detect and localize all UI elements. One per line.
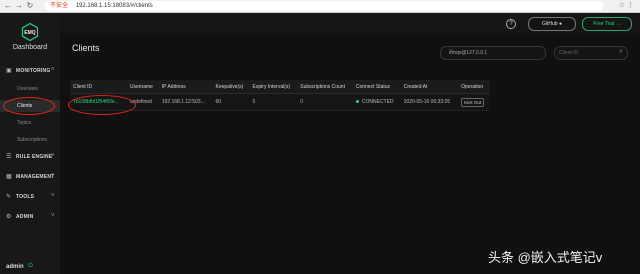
current-user: admin	[6, 264, 24, 270]
watermark: 头条 @嵌入式笔记v	[488, 250, 603, 265]
cell-subs: 0	[297, 93, 353, 111]
sidebar-group-management[interactable]: ▦ MANAGEMENT ˅	[0, 171, 60, 183]
col-status: Connect Status	[352, 80, 401, 94]
chevron-down-icon: ˅	[51, 173, 55, 179]
page-title: Clients	[72, 43, 100, 53]
cell-expiry: 0	[249, 93, 298, 111]
management-icon: ▦	[6, 174, 12, 180]
col-expiry: Expiry Interval(s)	[249, 80, 298, 94]
free-trial-button[interactable]: Free Trial →	[582, 17, 632, 31]
col-client-id: Client ID	[70, 80, 127, 94]
col-ip: IP Address	[158, 80, 213, 94]
forward-icon[interactable]: →	[14, 1, 24, 11]
highlight-ellipse-clients	[3, 97, 55, 115]
chevron-down-icon: ˅	[51, 213, 55, 219]
group-label: MANAGEMENT	[16, 174, 55, 180]
col-username: Username	[126, 80, 159, 94]
group-label: RULE ENGINE	[16, 154, 53, 160]
sidebar-group-admin[interactable]: ⚙ ADMIN ˅	[0, 211, 60, 223]
emq-logo: EMQ	[21, 23, 39, 41]
brand-name: Dashboard	[12, 44, 48, 51]
chevron-up-icon: ˄	[51, 67, 55, 73]
group-label: MONITORING	[16, 68, 51, 74]
sidebar-item-overview[interactable]: Overview	[0, 83, 60, 95]
col-created: Created At	[400, 80, 459, 94]
col-operation: Operation	[458, 80, 490, 94]
sidebar: EMQ Dashboard ▣ MONITORING ˄ Overview Cl…	[0, 13, 60, 274]
sidebar-item-label: Subscriptions	[17, 137, 48, 143]
sidebar-group-rule-engine[interactable]: ☰ RULE ENGINE ˅	[0, 151, 60, 163]
sidebar-group-tools[interactable]: ✎ TOOLS ˅	[0, 191, 60, 203]
sidebar-item-subscriptions[interactable]: Subscriptions	[0, 134, 60, 146]
cell-status: CONNECTED	[352, 93, 401, 111]
browser-menu-icon[interactable]: ☆ ⋮	[619, 1, 634, 11]
kick-out-button[interactable]: Kick Out	[461, 97, 485, 107]
chevron-down-icon: ˅	[51, 153, 55, 159]
logo-text: EMQ	[24, 30, 36, 36]
cell-created: 2020-05-16 00:33:05	[400, 93, 459, 111]
col-keepalive: Keepalive(s)	[212, 80, 250, 94]
group-label: TOOLS	[16, 194, 35, 200]
sidebar-group-monitoring[interactable]: ▣ MONITORING ˄	[0, 65, 60, 77]
top-header: ? GitHub ● Free Trial →	[60, 13, 640, 33]
browser-toolbar: ← → ↻ 不安全 192.168.1.15:18083/#/clients ☆…	[0, 0, 640, 13]
node-select[interactable]: emqx@127.0.0.1 ˅	[440, 46, 546, 60]
client-search[interactable]: ⌕	[554, 46, 628, 60]
gear-icon: ⚙	[6, 214, 12, 220]
group-label: ADMIN	[16, 214, 34, 220]
sidebar-item-label: Overview	[17, 86, 38, 92]
highlight-ellipse-client-id	[68, 95, 136, 115]
search-input[interactable]	[559, 48, 611, 57]
col-subs: Subscriptions Count	[297, 80, 353, 94]
help-icon[interactable]: ?	[506, 19, 516, 29]
address-bar[interactable]: 不安全 192.168.1.15:18083/#/clients	[44, 1, 604, 11]
main-content: ? GitHub ● Free Trial → Clients emqx@127…	[60, 13, 640, 274]
reload-icon[interactable]: ↻	[25, 1, 35, 11]
status-text: CONNECTED	[361, 99, 394, 105]
chevron-down-icon: ˅	[51, 193, 55, 199]
trial-label: Free Trial	[593, 21, 615, 27]
tools-icon: ✎	[6, 194, 12, 200]
sidebar-item-topics[interactable]: Topics	[0, 117, 60, 129]
arrow-right-icon: →	[615, 21, 621, 27]
back-icon[interactable]: ←	[3, 1, 13, 11]
chevron-down-icon: ˅	[449, 49, 453, 55]
cell-ip: 192.168.1.12:503...	[158, 93, 213, 111]
github-icon: ●	[558, 21, 562, 27]
monitor-icon: ▣	[6, 68, 12, 74]
github-button[interactable]: GitHub ●	[528, 17, 576, 31]
cell-operation: Kick Out	[458, 93, 490, 111]
logout-icon[interactable]: ⏻	[28, 263, 33, 270]
url-text: 192.168.1.15:18083/#/clients	[75, 3, 153, 9]
cell-keepalive: 60	[212, 93, 250, 111]
status-dot	[355, 100, 359, 104]
search-icon[interactable]: ⌕	[619, 48, 623, 56]
sidebar-item-label: Topics	[17, 120, 32, 126]
github-label: GitHub	[542, 21, 558, 27]
security-warning: 不安全	[50, 3, 69, 9]
rule-icon: ☰	[6, 154, 12, 160]
table-header-row: Client ID Username IP Address Keepalive(…	[70, 80, 490, 94]
